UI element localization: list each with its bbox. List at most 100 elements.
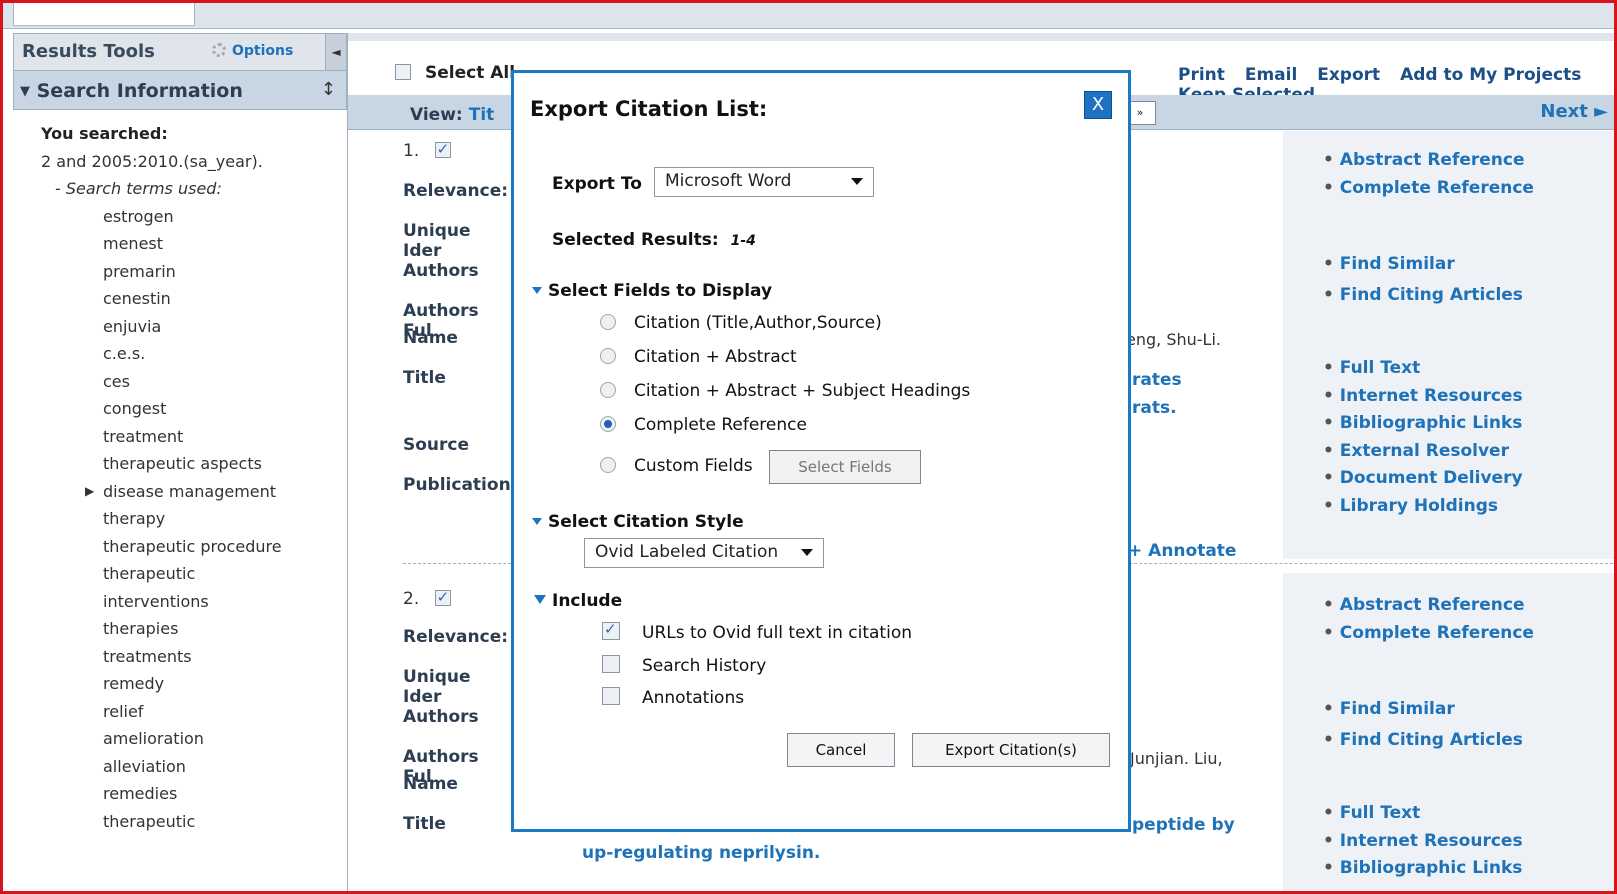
- radio-button[interactable]: [600, 457, 616, 473]
- field-option-citation-abstract-subject[interactable]: Citation + Abstract + Subject Headings: [600, 381, 970, 401]
- top-strip: [3, 3, 1614, 29]
- external-resolver-link[interactable]: External Resolver: [1323, 438, 1523, 466]
- full-text-link[interactable]: Full Text: [1323, 355, 1523, 383]
- export-to-select[interactable]: Microsoft Word: [654, 167, 874, 197]
- select-all-checkbox[interactable]: [395, 64, 411, 80]
- close-icon[interactable]: X: [1084, 91, 1112, 119]
- citation-style-header-label: Select Citation Style: [548, 512, 744, 532]
- abstract-reference-link[interactable]: Abstract Reference: [1323, 147, 1534, 175]
- annotate-link[interactable]: + Annotate: [1128, 541, 1236, 561]
- selected-results-text: Selected Results:: [552, 230, 719, 250]
- internet-resources-link[interactable]: Internet Resources: [1323, 828, 1523, 856]
- find-similar-link[interactable]: Find Similar: [1323, 251, 1523, 279]
- relevance-label: Relevance:: [403, 627, 509, 647]
- search-term-label: therapeutic procedure: [103, 536, 282, 556]
- top-tab[interactable]: [13, 3, 195, 26]
- collapse-panel-button[interactable]: ◄: [325, 34, 346, 70]
- unique-id-label: Unique Ider: [403, 667, 471, 707]
- abstract-reference-link[interactable]: Abstract Reference: [1323, 592, 1534, 620]
- record-1-title-fragment-1[interactable]: rates: [1132, 370, 1182, 390]
- search-term-label: therapeutic aspects: [103, 454, 262, 473]
- include-annotations-checkbox[interactable]: [602, 687, 620, 705]
- document-delivery-link[interactable]: Document Delivery: [1323, 465, 1523, 493]
- bibliographic-links-link[interactable]: Bibliographic Links: [1323, 410, 1523, 438]
- triangle-down-icon: [534, 595, 546, 604]
- search-term-label: therapeutic: [103, 811, 196, 831]
- record-1-links-a: Abstract Reference Complete Reference: [1323, 147, 1534, 202]
- select-fields-button[interactable]: Select Fields: [769, 450, 921, 484]
- export-citations-button[interactable]: Export Citation(s): [912, 733, 1110, 767]
- record-2-checkbox[interactable]: [434, 588, 451, 606]
- find-citing-articles-link[interactable]: Find Citing Articles: [1323, 282, 1523, 310]
- field-option-citation-abstract[interactable]: Citation + Abstract: [600, 347, 797, 367]
- search-term: premarin: [41, 258, 347, 286]
- resize-icon[interactable]: ↕: [321, 79, 336, 100]
- view-label: View:: [410, 105, 463, 125]
- dialog-title: Export Citation List:: [530, 97, 768, 121]
- results-tools-header: Results Tools Options ◄: [13, 33, 347, 71]
- search-information-body: You searched: 2 and 2005:2010.(sa_year).…: [13, 110, 347, 835]
- field-option-citation[interactable]: Citation (Title,Author,Source): [600, 313, 882, 333]
- add-to-projects-button[interactable]: Add to My Projects: [1400, 65, 1581, 85]
- include-search-history[interactable]: Search History: [602, 655, 766, 676]
- export-to-label: Export To: [552, 174, 642, 194]
- bibliographic-links-link[interactable]: Bibliographic Links: [1323, 855, 1523, 883]
- record-1-links-b: Find Similar Find Citing Articles: [1323, 251, 1523, 309]
- complete-reference-link[interactable]: Complete Reference: [1323, 175, 1534, 203]
- include-urls-checkbox[interactable]: [602, 620, 620, 640]
- gear-icon: [212, 43, 226, 57]
- select-fields-header[interactable]: Select Fields to Display: [532, 281, 772, 301]
- search-term: treatment: [41, 423, 347, 451]
- internet-resources-link[interactable]: Internet Resources: [1323, 383, 1523, 411]
- radio-button-selected[interactable]: [600, 416, 616, 432]
- field-option-label: Citation + Abstract + Subject Headings: [634, 381, 971, 401]
- find-citing-articles-link[interactable]: Find Citing Articles: [1323, 727, 1523, 755]
- record-1-checkbox[interactable]: [434, 140, 451, 158]
- search-term-label: premarin: [103, 261, 176, 281]
- search-information-header[interactable]: ▼ Search Information ↕: [13, 71, 347, 110]
- include-urls[interactable]: URLs to Ovid full text in citation: [602, 620, 912, 643]
- view-value[interactable]: Tit: [469, 105, 495, 125]
- find-similar-link[interactable]: Find Similar: [1323, 696, 1523, 724]
- record-2-title-fragment-2[interactable]: up-regulating neprilysin.: [582, 843, 820, 863]
- search-information-title: ▼ Search Information: [20, 80, 243, 102]
- publication-label: Publication: [403, 475, 511, 495]
- search-term-label: therapeutic: [103, 564, 196, 583]
- citation-style-select[interactable]: Ovid Labeled Citation: [584, 538, 824, 568]
- search-term: therapeutic: [41, 560, 347, 588]
- radio-button[interactable]: [600, 314, 616, 330]
- options-button[interactable]: Options: [212, 43, 293, 59]
- field-option-custom[interactable]: Custom Fields: [600, 456, 753, 476]
- complete-reference-link[interactable]: Complete Reference: [1323, 620, 1534, 648]
- print-button[interactable]: Print: [1178, 65, 1225, 85]
- search-query: 2 and 2005:2010.(sa_year).: [41, 151, 263, 171]
- record-2-title-fragment-1[interactable]: peptide by: [1132, 815, 1235, 835]
- citation-style-header[interactable]: Select Citation Style: [532, 512, 744, 532]
- select-all[interactable]: Select All: [395, 63, 515, 83]
- record-1-title-fragment-2[interactable]: rats.: [1132, 398, 1177, 418]
- title-label: Title: [403, 368, 446, 388]
- search-term: congest: [41, 395, 347, 423]
- expand-arrow-icon[interactable]: ▶: [85, 478, 94, 506]
- full-text-link[interactable]: Full Text: [1323, 800, 1523, 828]
- cancel-button[interactable]: Cancel: [787, 733, 895, 767]
- include-header[interactable]: Include: [534, 591, 622, 611]
- radio-button[interactable]: [600, 348, 616, 364]
- field-option-label: Complete Reference: [634, 415, 807, 435]
- library-holdings-link[interactable]: Library Holdings: [1323, 493, 1523, 521]
- export-button[interactable]: Export: [1317, 65, 1380, 85]
- search-term-label: therapy: [103, 509, 166, 528]
- next-button[interactable]: Next ►: [1540, 101, 1608, 122]
- citation-style-value: Ovid Labeled Citation: [595, 542, 779, 562]
- include-option-label: Annotations: [642, 688, 745, 708]
- search-term-label: remedies: [103, 784, 178, 803]
- field-option-complete-reference[interactable]: Complete Reference: [600, 415, 807, 435]
- include-search-history-checkbox[interactable]: [602, 655, 620, 673]
- results-tools-title: Results Tools: [22, 41, 155, 62]
- record-2-links-a: Abstract Reference Complete Reference: [1323, 592, 1534, 647]
- email-button[interactable]: Email: [1245, 65, 1297, 85]
- include-annotations[interactable]: Annotations: [602, 687, 744, 708]
- radio-button[interactable]: [600, 382, 616, 398]
- field-option-label: Citation + Abstract: [634, 347, 797, 367]
- view-selector[interactable]: View: Tit: [410, 105, 494, 125]
